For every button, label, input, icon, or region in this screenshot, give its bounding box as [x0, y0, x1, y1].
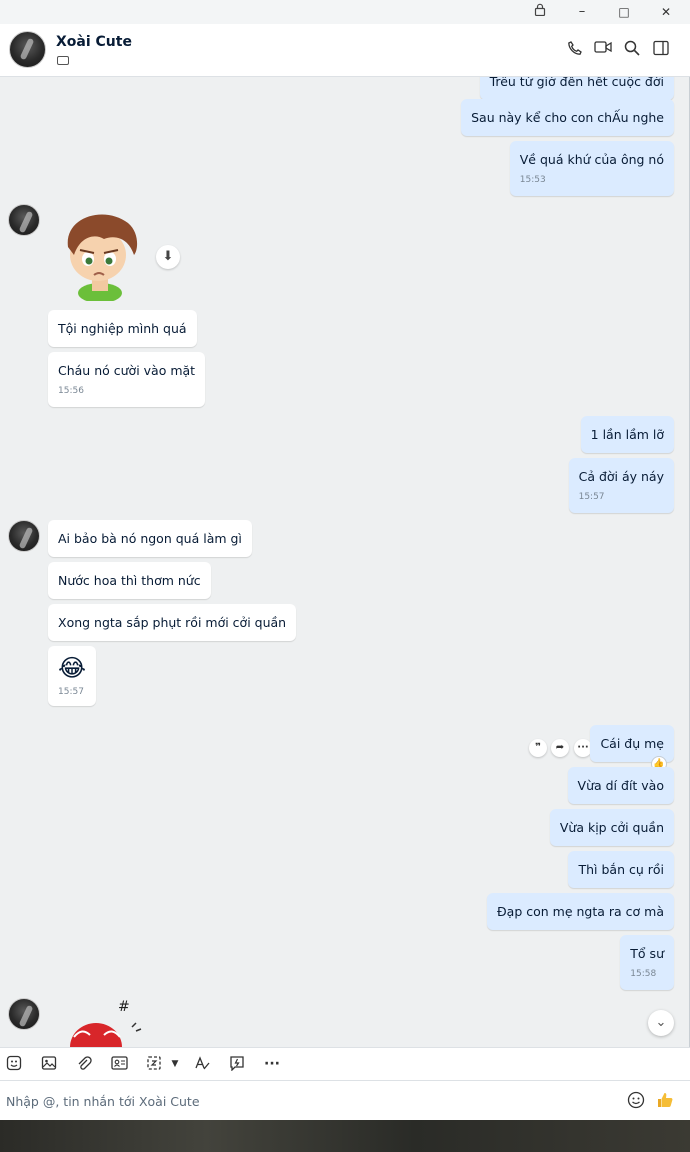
message-text: Vừa kịp cởi quần	[559, 820, 664, 835]
message-text: Trêu từ giờ đến hết cuộc đời	[489, 77, 664, 89]
chevron-down-icon[interactable]: ▼	[166, 1055, 184, 1073]
search-icon[interactable]	[623, 40, 641, 58]
message-text: Tổ sư	[630, 946, 664, 961]
text-format-icon[interactable]	[193, 1055, 211, 1073]
message-bubble[interactable]: Tội nghiệp mình quá	[48, 310, 197, 347]
attachment-icon[interactable]	[75, 1055, 93, 1073]
message-bubble[interactable]: Nước hoa thì thơm nức	[48, 562, 211, 599]
svg-text:#: #	[118, 999, 130, 1015]
message-bubble[interactable]: Sau này kể cho con chẤu nghe	[461, 99, 674, 136]
message-bubble[interactable]: Ai bảo bà nó ngon quá làm gì	[48, 520, 252, 557]
contact-avatar[interactable]	[9, 31, 46, 68]
message-bubble[interactable]: Vừa dí đít vào	[567, 767, 674, 804]
forward-icon[interactable]: ➦	[551, 739, 569, 757]
more-actions-icon[interactable]: ···	[574, 739, 592, 757]
message-time: 15:57	[578, 492, 605, 502]
message-time: 15:53	[519, 175, 546, 185]
message-time: 15:58	[630, 969, 657, 979]
contact-card-icon[interactable]	[110, 1055, 128, 1073]
contact-avatar-small[interactable]	[8, 998, 40, 1030]
message-bubble[interactable]: Cả đời áy náy 15:57	[568, 458, 674, 513]
quick-like-icon[interactable]	[655, 1091, 675, 1111]
message-time: 15:57	[58, 687, 84, 697]
message-text: Thì bắn cụ rồi	[578, 862, 664, 877]
message-bubble[interactable]: Trêu từ giờ đến hết cuộc đời	[479, 77, 674, 100]
message-text: Đạp con mẹ ngta ra cơ mà	[496, 904, 664, 919]
composer-input-bar	[0, 1080, 690, 1121]
contact-name[interactable]: Xoài Cute	[56, 34, 132, 50]
emoji-icon[interactable]	[626, 1091, 646, 1111]
message-bubble[interactable]: Tổ sư 15:58	[620, 935, 674, 990]
message-text: Ai bảo bà nó ngon quá làm gì	[58, 531, 242, 546]
message-text: Về quá khứ của ông nó	[519, 152, 664, 167]
message-bubble[interactable]: Thì bắn cụ rồi	[568, 851, 674, 888]
message-bubble[interactable]: 1 lần lầm lỡ	[580, 416, 674, 453]
maximize-button[interactable]: □	[613, 3, 635, 21]
message-text: 1 lần lầm lỡ	[590, 427, 664, 442]
laughing-tears-emoji: 😂	[58, 654, 87, 682]
contact-avatar-small[interactable]	[8, 204, 40, 236]
message-bubble[interactable]: Vừa kịp cởi quần	[549, 809, 674, 846]
conversation-header: Xoài Cute	[0, 24, 690, 77]
message-list[interactable]: Trêu từ giờ đến hết cuộc đời Sau này kể …	[0, 77, 690, 1047]
message-text: Cháu nó cười vào mặt	[58, 363, 196, 378]
close-button[interactable]: ✕	[655, 3, 677, 21]
composer-toolbar: ▼ ···	[0, 1047, 690, 1080]
image-icon[interactable]	[40, 1055, 58, 1073]
quick-message-icon[interactable]	[228, 1055, 246, 1073]
message-bubble[interactable]: Cháu nó cười vào mặt 15:56	[48, 352, 206, 407]
message-text: Cái đụ mẹ	[600, 736, 664, 751]
minimize-button[interactable]: –	[571, 3, 593, 21]
message-text: Nước hoa thì thơm nức	[58, 573, 201, 588]
message-text: Vừa dí đít vào	[577, 778, 664, 793]
message-bubble[interactable]: Xong ngta sắp phụt rồi mới cởi quần	[48, 604, 297, 641]
message-text: Sau này kể cho con chẤu nghe	[471, 110, 664, 125]
label-tag-icon[interactable]	[57, 56, 69, 65]
title-bar: – □ ✕	[0, 0, 690, 24]
quote-icon[interactable]: ❞	[529, 739, 547, 757]
contact-avatar-small[interactable]	[8, 520, 40, 552]
laughing-sticker[interactable]: #	[62, 997, 152, 1047]
desktop-background	[0, 1120, 690, 1152]
video-call-icon[interactable]	[594, 40, 612, 58]
message-time: 15:56	[58, 386, 84, 396]
message-text: Cả đời áy náy	[578, 469, 664, 484]
more-icon[interactable]: ···	[263, 1055, 281, 1073]
screenshot-icon[interactable]	[145, 1055, 163, 1073]
message-text: Tội nghiệp mình quá	[58, 321, 187, 336]
message-text: Xong ngta sắp phụt rồi mới cởi quần	[58, 615, 287, 630]
sidebar-toggle-icon[interactable]	[652, 40, 670, 58]
lock-icon[interactable]	[529, 3, 551, 21]
download-icon[interactable]: ⬇	[156, 245, 180, 269]
message-bubble[interactable]: Đạp con mẹ ngta ra cơ mà	[486, 893, 674, 930]
phone-icon[interactable]	[566, 40, 584, 58]
scroll-to-bottom-button[interactable]: ⌄	[648, 1010, 674, 1036]
sticker-icon[interactable]	[5, 1055, 23, 1073]
message-bubble[interactable]: Về quá khứ của ông nó 15:53	[509, 141, 674, 196]
chat-window: – □ ✕ Xoài Cute Trêu từ giờ đến hết cuộc…	[0, 0, 690, 1121]
message-input[interactable]	[0, 1081, 600, 1121]
sad-boy-sticker[interactable]	[54, 207, 146, 301]
emoji-message-bubble[interactable]: 😂 15:57	[48, 646, 97, 706]
